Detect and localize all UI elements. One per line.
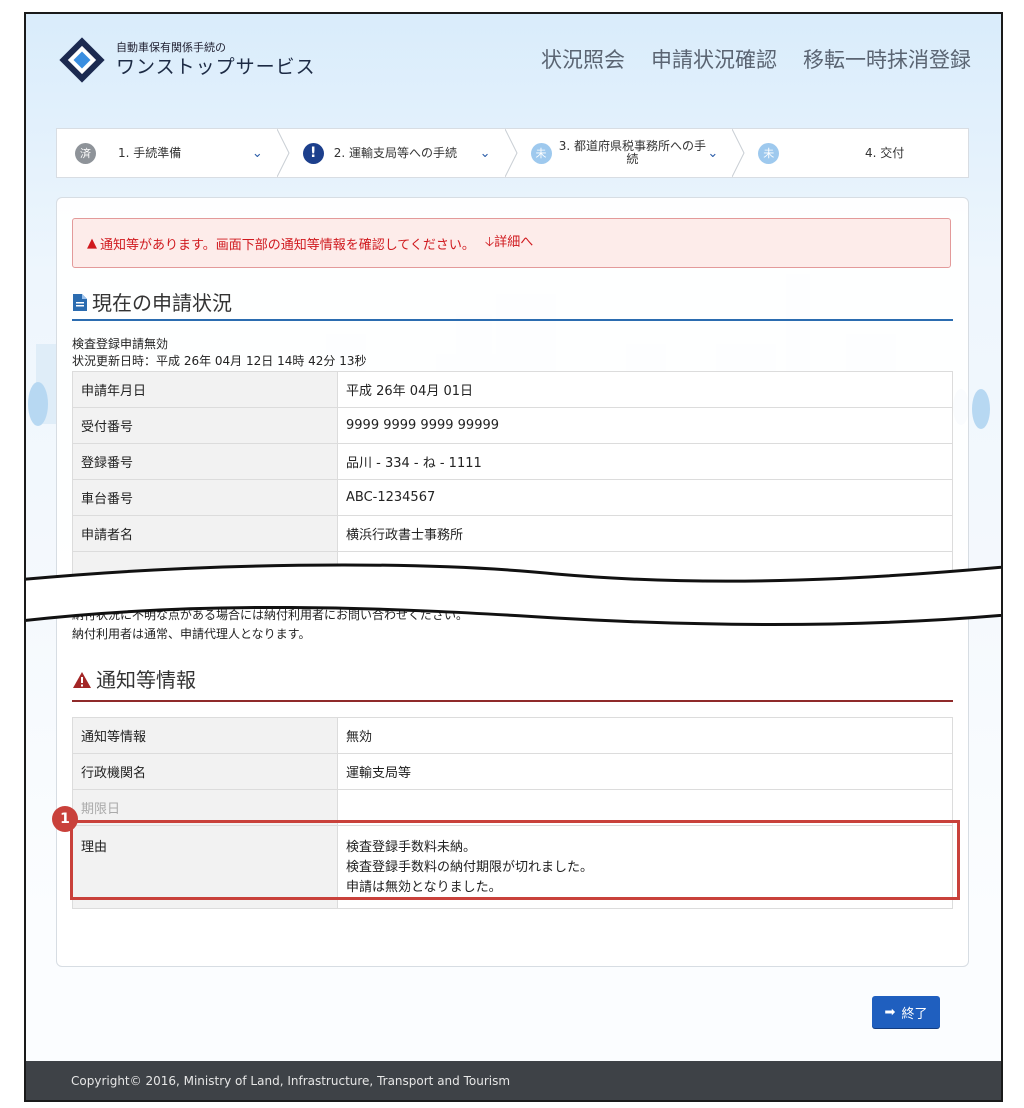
annotation-number-badge: 1 xyxy=(52,806,78,832)
arrow-down-icon: 🡣 xyxy=(484,235,495,250)
reason-line: 検査登録手数料の納付期限が切れました。 xyxy=(346,860,594,875)
step-label: 4. 交付 xyxy=(864,145,905,160)
pending-badge-icon: 未 xyxy=(530,142,552,164)
exit-icon: ➡ xyxy=(884,1004,896,1020)
alert-badge-icon: ! xyxy=(302,142,324,164)
nav-application-status[interactable]: 申請状況確認 xyxy=(651,44,777,74)
pending-badge-icon: 未 xyxy=(758,142,780,164)
status-section-title: 現在の申請状況 xyxy=(72,287,953,321)
step-separator xyxy=(732,129,745,177)
table-row: 受付番号 9999 9999 9999 99999 xyxy=(72,407,953,444)
warning-icon: ▲ xyxy=(87,235,97,251)
chevron-down-icon[interactable]: ⌄ xyxy=(480,146,491,161)
top-navigation: 状況照会 申請状況確認 移転一時抹消登録 xyxy=(541,44,971,74)
reason-line: 申請は無効となりました。 xyxy=(346,880,502,895)
alert-message: 通知等があります。画面下部の通知等情報を確認してください。 xyxy=(100,237,475,253)
warning-icon xyxy=(72,670,92,694)
app-window: 自動車保有関係手続の ワンストップサービス 状況照会 申請状況確認 移転一時抹消… xyxy=(24,12,1003,1102)
logo-icon xyxy=(56,34,108,86)
nav-status-inquiry[interactable]: 状況照会 xyxy=(541,44,625,74)
step-separator xyxy=(276,129,290,177)
status-text: 検査登録申請無効 xyxy=(72,337,169,351)
details-link[interactable]: 🡣詳細へ xyxy=(485,231,533,255)
site-logo[interactable]: 自動車保有関係手続の ワンストップサービス xyxy=(56,34,316,86)
step-delivery[interactable]: 未 4. 交付 xyxy=(740,129,968,177)
step-transport-bureau[interactable]: ! 2. 運輸支局等への手続 ⌄ xyxy=(285,129,518,177)
logo-title: ワンストップサービス xyxy=(116,56,316,78)
notice-alert: ▲ 通知等があります。画面下部の通知等情報を確認してください。 🡣詳細へ xyxy=(72,218,951,268)
end-button[interactable]: ➡ 終了 xyxy=(872,996,940,1028)
table-row: 申請年月日 平成 26年 04月 01日 xyxy=(72,371,953,408)
table-row: 理由 検査登録手数料未納。 検査登録手数料の納付期限が切れました。 申請は無効と… xyxy=(72,825,953,909)
table-row: 登録番号 品川 - 334 - ね - 1111 xyxy=(72,443,953,480)
nav-transfer-registration[interactable]: 移転一時抹消登録 xyxy=(803,44,971,74)
step-label: 2. 運輸支局等への手続 xyxy=(333,145,458,160)
step-separator xyxy=(504,129,518,177)
progress-steps: 済 1. 手続準備 ⌄ ! 2. 運輸支局等への手続 ⌄ 未 3. 都道府県税事… xyxy=(56,128,969,178)
step-preparation[interactable]: 済 1. 手続準備 ⌄ xyxy=(57,129,290,177)
document-icon xyxy=(72,293,88,317)
table-row: 車台番号 ABC-1234567 xyxy=(72,479,953,516)
copyright-text: Copyright© 2016, Ministry of Land, Infra… xyxy=(71,1074,511,1088)
chevron-down-icon[interactable]: ⌄ xyxy=(707,146,718,161)
notice-section-title: 通知等情報 xyxy=(72,664,953,702)
step-label: 3. 都道府県税事務所への手続 xyxy=(558,139,707,166)
reason-line: 検査登録手数料未納。 xyxy=(346,840,477,855)
notice-table: 通知等情報 無効 行政機関名 運輸支局等 期限日 理由 検査登録手数料未納。 検査登… xyxy=(72,717,953,909)
table-row: 行政機関名 運輸支局等 xyxy=(72,753,953,790)
page-cut-indicator xyxy=(26,563,1001,627)
chevron-down-icon[interactable]: ⌄ xyxy=(252,146,263,161)
table-row: 通知等情報 無効 xyxy=(72,717,953,754)
done-badge-icon: 済 xyxy=(75,142,96,164)
step-tax-office[interactable]: 未 3. 都道府県税事務所への手続 ⌄ xyxy=(513,129,745,177)
footer: Copyright© 2016, Ministry of Land, Infra… xyxy=(26,1061,1001,1100)
logo-caption: 自動車保有関係手続の xyxy=(116,41,226,54)
table-row: 期限日 xyxy=(72,789,953,826)
step-label: 1. 手続準備 xyxy=(118,145,182,160)
status-updated: 状況更新日時：平成 26年 04月 12日 14時 42分 13秒 xyxy=(72,354,367,368)
table-row: 申請者名 横浜行政書士事務所 xyxy=(72,515,953,552)
